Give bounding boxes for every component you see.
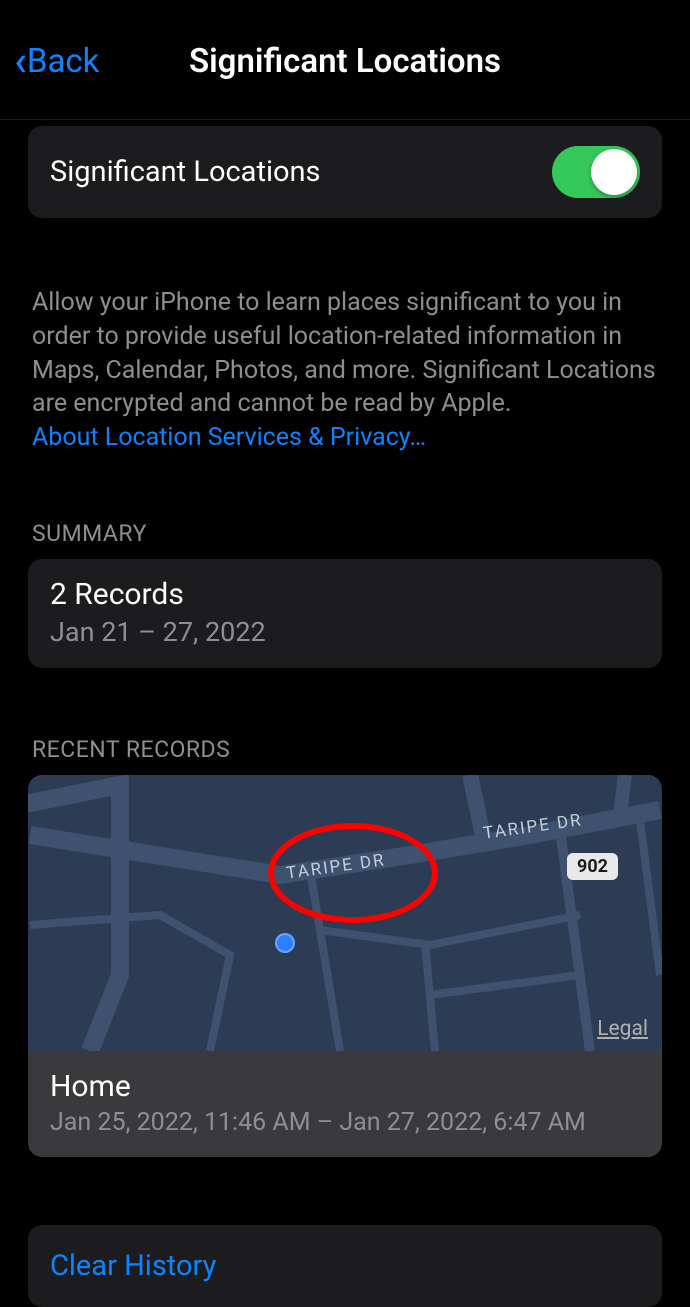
description-text: Allow your iPhone to learn places signif… (32, 288, 656, 418)
route-badge: 902 (567, 853, 618, 880)
clear-history-label: Clear History (50, 1249, 216, 1283)
page-title: Significant Locations (16, 42, 674, 81)
record-subtitle: Jan 25, 2022, 11:46 AM – Jan 27, 2022, 6… (50, 1108, 640, 1137)
record-info: Home Jan 25, 2022, 11:46 AM – Jan 27, 20… (28, 1051, 662, 1157)
chevron-left-icon: ‹ (14, 37, 27, 86)
recent-record-card[interactable]: TARIPE DR TARIPE DR 902 Legal Home Jan 2… (28, 775, 662, 1157)
summary-card[interactable]: 2 Records Jan 21 – 27, 2022 (28, 559, 662, 668)
summary-section-header: SUMMARY (28, 520, 662, 547)
toggle-knob (591, 149, 637, 195)
summary-records-count: 2 Records (50, 577, 640, 612)
map-legal-link[interactable]: Legal (597, 1017, 648, 1041)
privacy-link[interactable]: About Location Services & Privacy… (32, 423, 658, 452)
location-dot-icon (275, 933, 295, 953)
back-label: Back (27, 42, 100, 81)
record-title: Home (50, 1069, 640, 1104)
back-button[interactable]: ‹ Back (14, 37, 99, 86)
navigation-header: ‹ Back Significant Locations (0, 0, 690, 120)
toggle-switch[interactable] (552, 146, 640, 198)
clear-history-button[interactable]: Clear History (28, 1225, 662, 1307)
map-preview[interactable]: TARIPE DR TARIPE DR 902 Legal (28, 775, 662, 1051)
toggle-label: Significant Locations (50, 155, 321, 189)
significant-locations-toggle-row[interactable]: Significant Locations (28, 126, 662, 218)
summary-date-range: Jan 21 – 27, 2022 (50, 616, 640, 648)
description-block: Allow your iPhone to learn places signif… (28, 258, 662, 452)
recent-section-header: RECENT RECORDS (28, 736, 662, 763)
